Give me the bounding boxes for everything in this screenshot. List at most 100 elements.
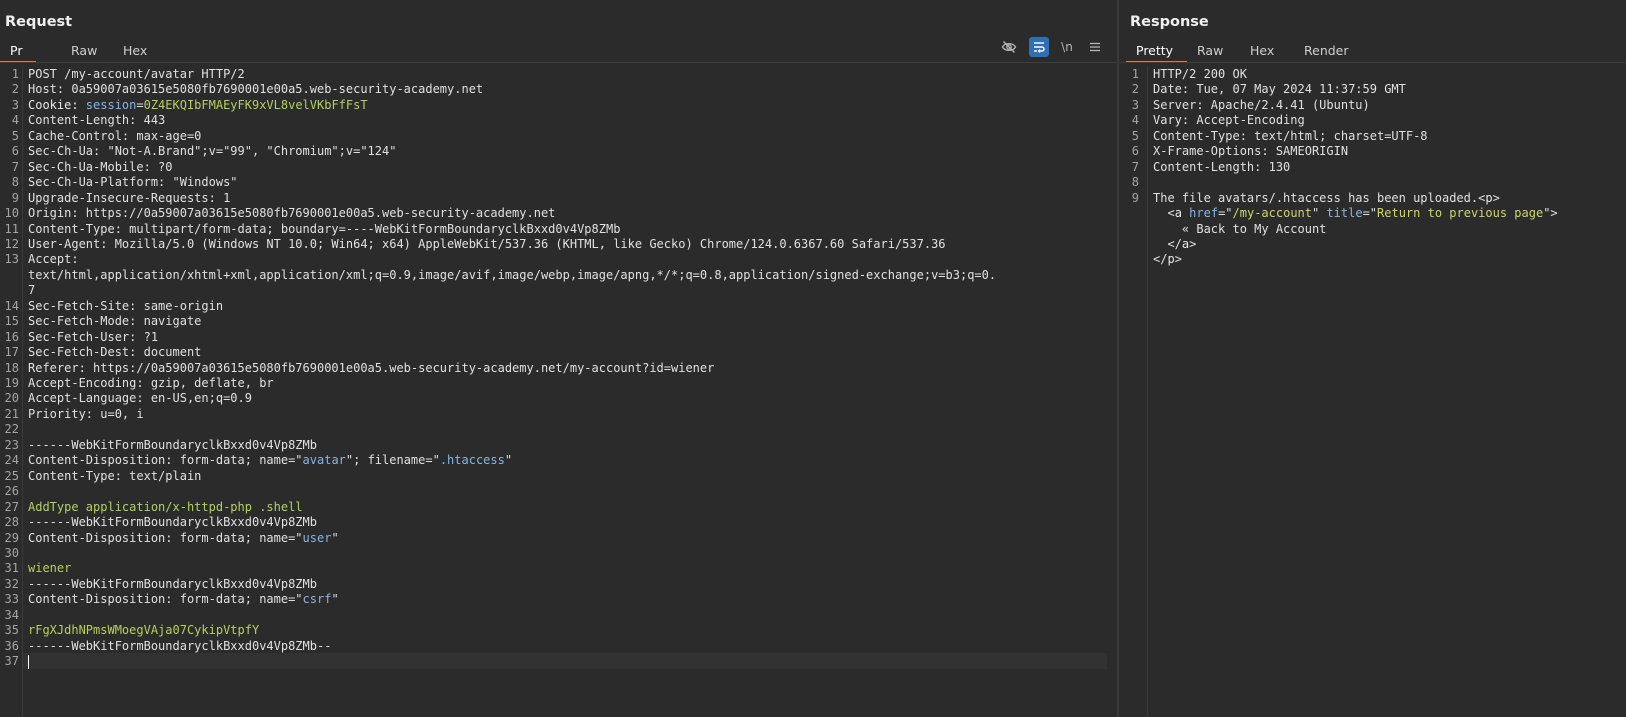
code-line: Cookie: session=0Z4EKQIbFMAEyFK9xVL8velV… bbox=[28, 97, 368, 112]
text-cursor bbox=[28, 654, 29, 669]
code-line: 7 bbox=[28, 283, 36, 298]
code-line: « Back to My Account bbox=[1153, 221, 1327, 236]
line-number: 28 bbox=[4, 515, 19, 530]
line-number: 8 bbox=[11, 175, 19, 190]
request-tab-divider bbox=[0, 62, 1117, 63]
code-line bbox=[28, 654, 1101, 669]
line-number: 7 bbox=[1131, 159, 1139, 174]
line-number: 27 bbox=[4, 499, 19, 514]
tab-hex[interactable]: Hex bbox=[1250, 39, 1274, 62]
code-line: Sec-Fetch-Dest: document bbox=[28, 345, 202, 360]
line-number: 29 bbox=[4, 530, 19, 545]
code-line: </p> bbox=[1153, 252, 1182, 267]
line-number: 14 bbox=[4, 298, 19, 313]
line-number: 6 bbox=[1131, 144, 1139, 159]
line-number: 10 bbox=[4, 206, 19, 221]
code-line: Server: Apache/2.4.41 (Ubuntu) bbox=[1153, 97, 1370, 112]
line-number: 35 bbox=[4, 623, 19, 638]
line-number: 36 bbox=[4, 638, 19, 653]
line-number: 2 bbox=[11, 82, 19, 97]
code-line: Content-Length: 443 bbox=[28, 113, 166, 128]
code-line: Accept: bbox=[28, 252, 79, 267]
line-number: 25 bbox=[4, 468, 19, 483]
code-line: <a href="/my-account" title="Return to p… bbox=[1153, 206, 1558, 221]
line-number: 1 bbox=[1131, 67, 1139, 81]
line-number: 18 bbox=[4, 360, 19, 375]
code-line: Content-Disposition: form-data; name="cs… bbox=[28, 592, 339, 607]
line-number: 12 bbox=[4, 236, 19, 251]
code-line: </a> bbox=[1153, 236, 1197, 251]
request-title: Request bbox=[5, 14, 73, 30]
line-number: 4 bbox=[11, 113, 19, 128]
line-number: 34 bbox=[4, 607, 19, 622]
code-line: Origin: https://0a59007a03615e5080fb7690… bbox=[28, 206, 556, 221]
code-line: ------WebKitFormBoundaryclkBxxd0v4Vp8ZMb bbox=[28, 515, 317, 530]
line-number: 7 bbox=[11, 159, 19, 174]
code-line: Referer: https://0a59007a03615e5080fb769… bbox=[28, 360, 715, 375]
wrap-lines-icon[interactable] bbox=[1029, 37, 1049, 57]
code-line: Content-Type: multipart/form-data; bound… bbox=[28, 221, 621, 236]
line-number: 37 bbox=[4, 654, 19, 669]
response-pane: Response Pretty Raw Hex Render 1 HTTP/2 2… bbox=[1119, 0, 1626, 717]
code-line: Sec-Fetch-Site: same-origin bbox=[28, 298, 224, 313]
line-number: 30 bbox=[4, 545, 19, 560]
line-number: 5 bbox=[1131, 128, 1139, 143]
code-line: ------WebKitFormBoundaryclkBxxd0v4Vp8ZMb… bbox=[28, 638, 332, 653]
code-line: X-Frame-Options: SAMEORIGIN bbox=[1153, 144, 1349, 159]
code-line: Sec-Fetch-Mode: navigate bbox=[28, 314, 202, 329]
code-line: Sec-Ch-Ua-Mobile: ?0 bbox=[28, 159, 173, 174]
code-line: Host: 0a59007a03615e5080fb7690001e00a5.w… bbox=[28, 82, 484, 97]
response-editor[interactable]: 1 HTTP/2 200 OK 2 Date: Tue, 07 May 2024 11… bbox=[1119, 66, 1626, 717]
tab-hex[interactable]: Hex bbox=[123, 39, 147, 62]
tab-raw[interactable]: Raw bbox=[1197, 39, 1223, 62]
code-line: Priority: u=0, i bbox=[28, 406, 144, 421]
line-number: 6 bbox=[11, 144, 19, 159]
code-line: rFgXJdhNPmsWMoegVAja07CykipVtpfY bbox=[28, 623, 260, 638]
line-number: 22 bbox=[4, 422, 19, 437]
line-number: 13 bbox=[4, 252, 19, 267]
code-line: Sec-Fetch-User: ?1 bbox=[28, 329, 159, 344]
code-line: Upgrade-Insecure-Requests: 1 bbox=[28, 190, 231, 205]
code-line: Content-Disposition: form-data; name="av… bbox=[28, 453, 513, 468]
code-line: Sec-Ch-Ua-Platform: "Windows" bbox=[28, 175, 238, 190]
line-number: 33 bbox=[4, 592, 19, 607]
code-line: Date: Tue, 07 May 2024 11:37:59 GMT bbox=[1153, 82, 1406, 97]
code-line: Content-Type: text/plain bbox=[28, 468, 202, 483]
eye-slash-icon[interactable] bbox=[999, 37, 1019, 57]
code-line: Sec-Ch-Ua: "Not-A.Brand";v="99", "Chromi… bbox=[28, 144, 397, 159]
line-number: 5 bbox=[11, 128, 19, 143]
code-line: Accept-Language: en-US,en;q=0.9 bbox=[28, 391, 252, 406]
tab-pretty[interactable]: Pr bbox=[0, 39, 38, 63]
code-line: Content-Type: text/html; charset=UTF-8 bbox=[1153, 128, 1428, 143]
line-number: 11 bbox=[4, 221, 19, 236]
hamburger-menu-icon[interactable] bbox=[1085, 37, 1105, 57]
line-number: 24 bbox=[4, 453, 19, 468]
code-line: AddType application/x-httpd-php .shell bbox=[28, 499, 303, 514]
line-number: 32 bbox=[4, 576, 19, 591]
code-line: HTTP/2 200 OK bbox=[1153, 67, 1247, 81]
tab-raw[interactable]: Raw bbox=[71, 39, 97, 62]
tab-render[interactable]: Render bbox=[1304, 39, 1349, 62]
line-number: 26 bbox=[4, 484, 19, 499]
line-number: 21 bbox=[4, 406, 19, 421]
code-line: Content-Length: 130 bbox=[1153, 159, 1291, 174]
line-number: 1 bbox=[11, 67, 19, 81]
newline-toggle[interactable]: \n bbox=[1057, 37, 1077, 57]
line-number: 20 bbox=[4, 391, 19, 406]
line-number: 15 bbox=[4, 314, 19, 329]
burp-repeater-window: Request Pr Raw Hex \n 1 POST /my-account/… bbox=[0, 0, 1626, 717]
line-number: 8 bbox=[1131, 175, 1139, 190]
code-line: text/html,application/xhtml+xml,applicat… bbox=[28, 267, 997, 282]
code-line: ------WebKitFormBoundaryclkBxxd0v4Vp8ZMb bbox=[28, 576, 317, 591]
code-line: Vary: Accept-Encoding bbox=[1153, 113, 1305, 128]
line-number: 31 bbox=[4, 561, 19, 576]
code-line: wiener bbox=[28, 561, 72, 576]
line-number: 17 bbox=[4, 345, 19, 360]
code-line: Cache-Control: max-age=0 bbox=[28, 128, 202, 143]
request-editor[interactable]: 1 POST /my-account/avatar HTTP/2 2 Host: 0a… bbox=[0, 66, 1117, 717]
tab-pretty[interactable]: Pretty bbox=[1125, 39, 1188, 63]
response-title: Response bbox=[1130, 14, 1209, 30]
line-number: 2 bbox=[1131, 82, 1139, 97]
line-number: 9 bbox=[11, 190, 19, 205]
code-line: User-Agent: Mozilla/5.0 (Windows NT 10.0… bbox=[28, 236, 946, 251]
